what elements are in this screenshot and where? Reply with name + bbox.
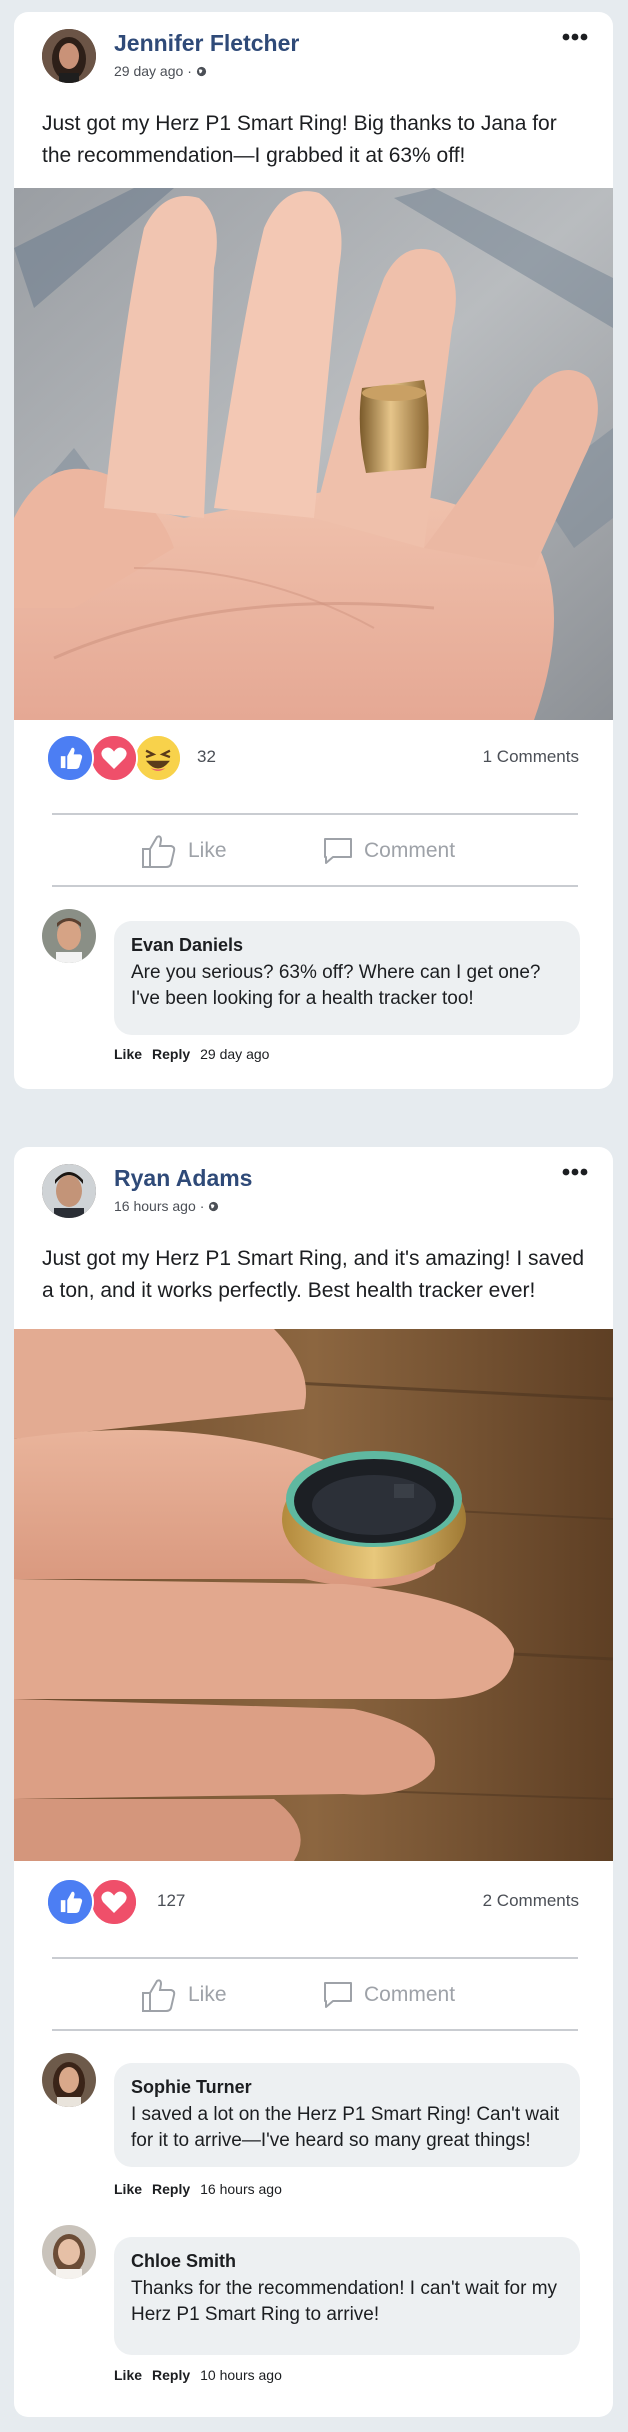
comment-bubble: Sophie Turner I saved a lot on the Herz … <box>114 2063 580 2167</box>
divider <box>52 1957 578 1959</box>
thumbs-up-icon <box>142 835 176 868</box>
comment-text: Are you serious? 63% off? Where can I ge… <box>131 962 541 1009</box>
comment-text: Thanks for the recommendation! I can't w… <box>131 2278 558 2325</box>
comment-like-link[interactable]: Like <box>114 2367 142 2383</box>
commenter-avatar[interactable] <box>42 909 96 963</box>
post-text: Just got my Herz P1 Smart Ring, and it's… <box>42 1247 585 1302</box>
comment-reply-link[interactable]: Reply <box>152 1046 190 1062</box>
comment-button[interactable]: Comment <box>322 818 455 884</box>
divider <box>52 2029 578 2031</box>
like-reaction-icon[interactable] <box>46 734 94 782</box>
reactions-row: 32 1 Comments <box>14 730 613 786</box>
meta-separator: · <box>187 63 192 79</box>
post-header: Jennifer Fletcher 29 day ago · <box>14 12 613 92</box>
comment-icon <box>324 838 352 864</box>
thumbs-up-icon <box>142 1979 176 2012</box>
globe-icon <box>196 66 207 76</box>
comment-icon <box>324 1982 352 2008</box>
comment-time: 29 day ago <box>200 1046 270 1062</box>
like-label: Like <box>188 1983 227 2006</box>
comment-text: I saved a lot on the Herz P1 Smart Ring!… <box>131 2104 560 2151</box>
post-photo[interactable] <box>14 188 613 720</box>
more-options-icon[interactable] <box>561 1162 589 1182</box>
reaction-count[interactable]: 32 <box>197 747 216 767</box>
comments-count[interactable]: 2 Comments <box>483 1891 579 1911</box>
action-bar: Like Comment <box>52 1962 578 2028</box>
post-header: Ryan Adams 16 hours ago · <box>14 1147 613 1227</box>
action-bar: Like Comment <box>52 818 578 884</box>
like-button[interactable]: Like <box>140 818 227 884</box>
post-card: Ryan Adams 16 hours ago · Just got my He… <box>14 1147 613 2417</box>
commenter-avatar[interactable] <box>42 2225 96 2279</box>
comment-actions: Like Reply 29 day ago <box>114 1046 269 1062</box>
author-name[interactable]: Jennifer Fletcher <box>114 30 299 57</box>
post-meta: 16 hours ago · <box>114 1198 219 1214</box>
divider <box>52 813 578 815</box>
comment-time: 16 hours ago <box>200 2181 282 2197</box>
comment-actions: Like Reply 10 hours ago <box>114 2367 282 2383</box>
comment-bubble: Chloe Smith Thanks for the recommendatio… <box>114 2237 580 2355</box>
reaction-count[interactable]: 127 <box>157 1891 185 1911</box>
comment-reply-link[interactable]: Reply <box>152 2367 190 2383</box>
like-reaction-icon[interactable] <box>46 1878 94 1926</box>
commenter-name[interactable]: Evan Daniels <box>131 935 563 956</box>
comment-reply-link[interactable]: Reply <box>152 2181 190 2197</box>
avatar[interactable] <box>42 1164 96 1218</box>
commenter-name[interactable]: Sophie Turner <box>131 2077 563 2098</box>
post-card: Jennifer Fletcher 29 day ago · Just got … <box>14 12 613 1089</box>
meta-separator: · <box>199 1198 205 1214</box>
love-reaction-icon[interactable] <box>90 1878 138 1926</box>
comment-label: Comment <box>364 1983 456 2006</box>
comment-bubble: Evan Daniels Are you serious? 63% off? W… <box>114 921 580 1035</box>
post-photo[interactable] <box>14 1329 613 1861</box>
comment-button[interactable]: Comment <box>322 1962 455 2028</box>
author-name[interactable]: Ryan Adams <box>114 1165 252 1192</box>
haha-reaction-icon[interactable] <box>134 734 182 782</box>
comment-label: Comment <box>364 839 456 862</box>
divider <box>52 885 578 887</box>
love-reaction-icon[interactable] <box>90 734 138 782</box>
comment-time: 10 hours ago <box>200 2367 282 2383</box>
like-button[interactable]: Like <box>140 1962 227 2028</box>
post-time[interactable]: 29 day ago <box>114 63 183 79</box>
comment-like-link[interactable]: Like <box>114 1046 142 1062</box>
reactions-row: 127 2 Comments <box>14 1874 613 1930</box>
post-time[interactable]: 16 hours ago <box>114 1198 196 1214</box>
commenter-avatar[interactable] <box>42 2053 96 2107</box>
avatar[interactable] <box>42 29 96 83</box>
more-options-icon[interactable] <box>561 27 589 47</box>
post-text: Just got my Herz P1 Smart Ring! Big than… <box>42 112 557 167</box>
comment-like-link[interactable]: Like <box>114 2181 142 2197</box>
globe-icon <box>209 1201 219 1211</box>
like-label: Like <box>188 839 227 862</box>
post-meta: 29 day ago · <box>114 63 207 79</box>
comment-actions: Like Reply 16 hours ago <box>114 2181 282 2197</box>
commenter-name[interactable]: Chloe Smith <box>131 2251 563 2272</box>
comments-count[interactable]: 1 Comments <box>483 747 579 767</box>
